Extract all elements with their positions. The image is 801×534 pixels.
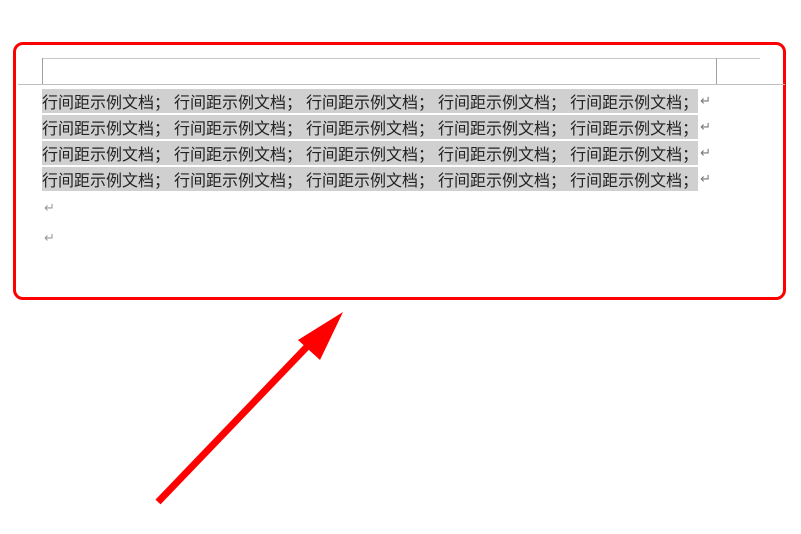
paragraph-mark-icon: ↵ — [700, 171, 711, 187]
text-segment: 行间距示例文档； — [174, 121, 302, 138]
document-body[interactable]: 行间距示例文档； 行间距示例文档； 行间距示例文档； 行间距示例文档； 行间距示… — [42, 88, 764, 192]
ruler-indent-right[interactable] — [716, 58, 717, 84]
text-segment: 行间距示例文档； — [306, 173, 434, 190]
paragraph-mark-icon: ↵ — [44, 200, 55, 216]
text-segment: 行间距示例文档； — [306, 121, 434, 138]
selected-text[interactable]: 行间距示例文档； 行间距示例文档； 行间距示例文档； 行间距示例文档； 行间距示… — [42, 167, 698, 191]
selected-text[interactable]: 行间距示例文档； 行间距示例文档； 行间距示例文档； 行间距示例文档； 行间距示… — [42, 141, 698, 165]
selected-text[interactable]: 行间距示例文档； 行间距示例文档； 行间距示例文档； 行间距示例文档； 行间距示… — [42, 89, 698, 113]
text-segment: 行间距示例文档； — [570, 95, 698, 112]
text-segment: 行间距示例文档； — [42, 147, 170, 164]
text-segment: 行间距示例文档； — [42, 173, 170, 190]
text-segment: 行间距示例文档； — [438, 173, 566, 190]
text-segment: 行间距示例文档； — [438, 121, 566, 138]
text-segment: 行间距示例文档； — [174, 95, 302, 112]
text-line: 行间距示例文档； 行间距示例文档； 行间距示例文档； 行间距示例文档； 行间距示… — [42, 88, 764, 114]
text-segment: 行间距示例文档； — [306, 95, 434, 112]
text-segment: 行间距示例文档； — [42, 95, 170, 112]
annotation-arrow — [148, 312, 348, 512]
text-segment: 行间距示例文档； — [570, 173, 698, 190]
text-line: 行间距示例文档； 行间距示例文档； 行间距示例文档； 行间距示例文档； 行间距示… — [42, 166, 764, 192]
text-segment: 行间距示例文档； — [306, 147, 434, 164]
paragraph-mark-icon: ↵ — [700, 119, 711, 135]
selected-text[interactable]: 行间距示例文档； 行间距示例文档； 行间距示例文档； 行间距示例文档； 行间距示… — [42, 115, 698, 139]
paragraph-mark-icon: ↵ — [700, 93, 711, 109]
ruler-top — [42, 58, 760, 84]
text-segment: 行间距示例文档； — [570, 121, 698, 138]
text-segment: 行间距示例文档； — [42, 121, 170, 138]
paragraph-mark-icon: ↵ — [700, 145, 711, 161]
text-segment: 行间距示例文档； — [438, 147, 566, 164]
text-segment: 行间距示例文档； — [174, 173, 302, 190]
text-line: 行间距示例文档； 行间距示例文档； 行间距示例文档； 行间距示例文档； 行间距示… — [42, 114, 764, 140]
ruler-indent-left[interactable] — [42, 58, 43, 84]
paragraph-mark-icon: ↵ — [44, 230, 55, 246]
text-segment: 行间距示例文档； — [174, 147, 302, 164]
text-segment: 行间距示例文档； — [570, 147, 698, 164]
text-segment: 行间距示例文档； — [438, 95, 566, 112]
text-line: 行间距示例文档； 行间距示例文档； 行间距示例文档； 行间距示例文档； 行间距示… — [42, 140, 764, 166]
ruler-divider — [18, 84, 785, 85]
